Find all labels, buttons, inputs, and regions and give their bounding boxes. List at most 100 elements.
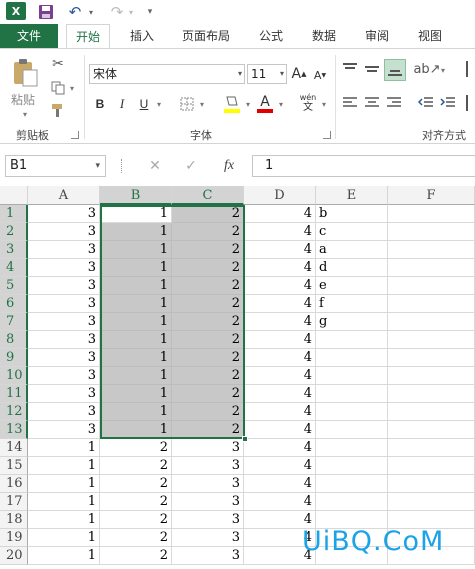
table-cell[interactable]: d <box>316 259 388 277</box>
tab-view[interactable]: 视图 <box>410 24 450 48</box>
table-cell[interactable] <box>388 223 475 241</box>
clipboard-launcher-icon[interactable] <box>71 131 79 139</box>
table-cell[interactable] <box>316 385 388 403</box>
redo-icon[interactable]: ↷ <box>108 2 126 22</box>
borders-icon[interactable] <box>178 95 196 113</box>
table-cell[interactable] <box>316 331 388 349</box>
name-box[interactable]: B1 ▾ <box>5 155 106 177</box>
table-cell[interactable]: 3 <box>172 547 244 565</box>
orientation-icon[interactable]: ab↗ <box>413 61 440 77</box>
table-cell[interactable]: 2 <box>172 421 244 439</box>
table-cell[interactable]: 3 <box>172 493 244 511</box>
table-cell[interactable]: 4 <box>244 475 316 493</box>
font-name-select[interactable]: 宋体 ▾ <box>89 64 245 84</box>
font-color-icon[interactable]: A <box>256 93 274 115</box>
copy-dropdown-icon[interactable]: ▾ <box>67 82 77 94</box>
column-header-b[interactable]: B <box>100 186 172 205</box>
font-name-dropdown-icon[interactable]: ▾ <box>238 65 242 83</box>
table-cell[interactable]: 2 <box>172 349 244 367</box>
table-cell[interactable]: 2 <box>172 223 244 241</box>
row-header[interactable]: 10 <box>0 367 28 385</box>
shrink-font-icon[interactable]: A ▼ <box>312 67 328 83</box>
row-header[interactable]: 13 <box>0 421 28 439</box>
phonetic-dropdown-icon[interactable]: ▾ <box>319 97 329 111</box>
table-cell[interactable]: 2 <box>172 277 244 295</box>
customize-quick-access-icon[interactable]: ▾ <box>144 2 156 22</box>
table-cell[interactable]: 4 <box>244 331 316 349</box>
table-cell[interactable]: 1 <box>100 259 172 277</box>
table-cell[interactable]: 4 <box>244 385 316 403</box>
font-size-dropdown-icon[interactable]: ▾ <box>280 65 284 83</box>
table-cell[interactable]: 2 <box>172 259 244 277</box>
table-cell[interactable]: 3 <box>28 349 100 367</box>
top-align-icon[interactable] <box>341 61 359 77</box>
row-header[interactable]: 4 <box>0 259 28 277</box>
table-cell[interactable]: 3 <box>28 331 100 349</box>
table-cell[interactable]: 3 <box>28 385 100 403</box>
table-cell[interactable]: 1 <box>28 457 100 475</box>
table-cell[interactable]: 2 <box>172 205 244 223</box>
font-color-dropdown-icon[interactable]: ▾ <box>276 97 286 111</box>
table-cell[interactable]: 4 <box>244 295 316 313</box>
orientation-dropdown-icon[interactable]: ▾ <box>438 63 448 77</box>
table-cell[interactable]: 3 <box>172 457 244 475</box>
table-cell[interactable]: 1 <box>28 547 100 565</box>
tab-data[interactable]: 数据 <box>304 24 344 48</box>
name-box-dropdown-icon[interactable]: ▾ <box>95 156 100 176</box>
table-cell[interactable] <box>316 457 388 475</box>
table-cell[interactable]: 4 <box>244 205 316 223</box>
column-header-e[interactable]: E <box>316 186 388 205</box>
tab-page-layout[interactable]: 页面布局 <box>176 24 236 48</box>
table-cell[interactable]: 2 <box>172 241 244 259</box>
table-cell[interactable]: 2 <box>100 493 172 511</box>
table-cell[interactable]: 1 <box>28 439 100 457</box>
table-cell[interactable] <box>316 475 388 493</box>
table-cell[interactable]: 1 <box>100 331 172 349</box>
table-cell[interactable]: 2 <box>172 295 244 313</box>
row-header[interactable]: 17 <box>0 493 28 511</box>
table-cell[interactable] <box>388 367 475 385</box>
table-cell[interactable]: 1 <box>100 367 172 385</box>
table-cell[interactable]: 1 <box>100 421 172 439</box>
table-cell[interactable]: 4 <box>244 403 316 421</box>
table-cell[interactable] <box>388 205 475 223</box>
table-cell[interactable] <box>388 457 475 475</box>
table-cell[interactable]: 4 <box>244 421 316 439</box>
table-cell[interactable] <box>316 421 388 439</box>
table-cell[interactable]: f <box>316 295 388 313</box>
insert-function-icon[interactable]: fx <box>218 157 240 175</box>
table-cell[interactable]: 2 <box>172 367 244 385</box>
font-launcher-icon[interactable] <box>323 131 331 139</box>
table-cell[interactable]: 2 <box>100 457 172 475</box>
fill-handle[interactable] <box>242 436 248 442</box>
table-cell[interactable]: c <box>316 223 388 241</box>
decrease-indent-icon[interactable] <box>417 95 435 111</box>
table-cell[interactable] <box>388 241 475 259</box>
undo-dropdown-icon[interactable]: ▾ <box>86 2 96 22</box>
table-cell[interactable]: 2 <box>172 331 244 349</box>
row-header[interactable]: 3 <box>0 241 28 259</box>
table-cell[interactable]: 3 <box>172 511 244 529</box>
cancel-icon[interactable]: ✕ <box>146 157 164 175</box>
table-cell[interactable] <box>388 421 475 439</box>
column-header-f[interactable]: F <box>388 186 475 205</box>
table-cell[interactable] <box>316 349 388 367</box>
table-cell[interactable]: 2 <box>100 529 172 547</box>
undo-icon[interactable]: ↶ <box>66 2 84 22</box>
font-size-select[interactable]: 11 ▾ <box>247 64 287 84</box>
table-cell[interactable]: a <box>316 241 388 259</box>
column-header-a[interactable]: A <box>28 186 100 205</box>
row-header[interactable]: 20 <box>0 547 28 565</box>
row-header[interactable]: 19 <box>0 529 28 547</box>
table-cell[interactable]: 3 <box>172 475 244 493</box>
formula-bar-splitter[interactable] <box>121 159 123 173</box>
table-cell[interactable] <box>388 349 475 367</box>
table-cell[interactable] <box>316 439 388 457</box>
table-cell[interactable]: 1 <box>100 385 172 403</box>
bottom-align-icon[interactable] <box>384 59 406 81</box>
merge-center-icon[interactable] <box>466 95 475 111</box>
row-header[interactable]: 11 <box>0 385 28 403</box>
bold-button[interactable]: B <box>92 95 108 113</box>
table-cell[interactable]: 1 <box>100 277 172 295</box>
table-cell[interactable]: 3 <box>28 223 100 241</box>
